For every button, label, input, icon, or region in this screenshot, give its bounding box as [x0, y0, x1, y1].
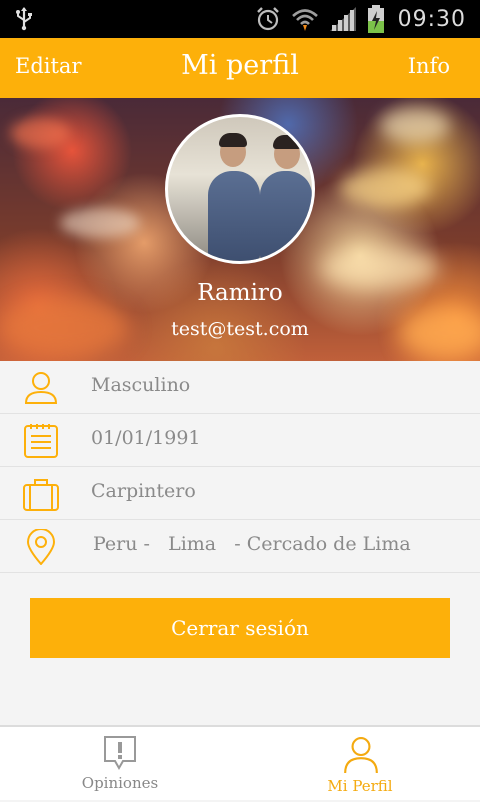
avatar[interactable] [165, 114, 315, 264]
wifi-icon [291, 9, 318, 31]
avatar-person-hair [273, 135, 301, 149]
tab-opiniones-label: Opiniones [81, 774, 159, 792]
detail-row-location: Peru - Lima - Cercado de Lima [0, 520, 480, 573]
bokeh-light [60, 208, 140, 238]
calendar-icon [24, 424, 58, 458]
birthdate-value: 01/01/1991 [91, 427, 201, 449]
location-value: Peru - Lima - Cercado de Lima [93, 533, 411, 555]
info-button[interactable]: Info [408, 54, 450, 78]
logout-button[interactable]: Cerrar sesión [30, 598, 450, 658]
detail-row-occupation: Carpintero [0, 467, 480, 520]
tab-opiniones[interactable]: Opiniones [0, 727, 240, 802]
battery-charging-icon [367, 5, 384, 33]
avatar-person-hair [219, 133, 247, 147]
occupation-value: Carpintero [91, 480, 196, 502]
location-separator: - [216, 533, 247, 555]
location-pin-icon [26, 529, 56, 565]
detail-row-gender: Masculino [0, 361, 480, 414]
profile-email: test@test.com [171, 318, 309, 340]
location-district: Cercado de Lima [246, 533, 411, 555]
profile-name: Ramiro [197, 280, 283, 306]
briefcase-icon [23, 479, 59, 511]
avatar-person [208, 171, 260, 261]
bokeh-light [380, 108, 450, 143]
avatar-person [260, 171, 312, 261]
clock: 09:30 [397, 6, 466, 32]
location-country: Peru [93, 533, 138, 555]
bokeh-light [10, 118, 70, 148]
detail-row-birthdate: 01/01/1991 [0, 414, 480, 467]
bottom-nav: Opiniones Mi Perfil [0, 725, 480, 800]
status-bar: 09:30 [0, 0, 480, 38]
person-icon [344, 737, 378, 773]
gender-value: Masculino [91, 374, 191, 396]
signal-icon [329, 7, 356, 31]
profile-details-list: Masculino 01/01/1991 Carpintero Peru - L… [0, 361, 480, 573]
app-header: Editar Mi perfil Info [0, 38, 480, 98]
alarm-icon [256, 7, 279, 31]
location-separator: - [137, 533, 169, 555]
tab-mi-perfil[interactable]: Mi Perfil [240, 727, 480, 802]
exclamation-speech-icon [104, 736, 136, 771]
person-icon [24, 372, 58, 404]
location-city: Lima [168, 533, 217, 555]
usb-icon [16, 7, 32, 31]
tab-mi-perfil-label: Mi Perfil [327, 777, 393, 795]
bokeh-light [340, 168, 430, 208]
